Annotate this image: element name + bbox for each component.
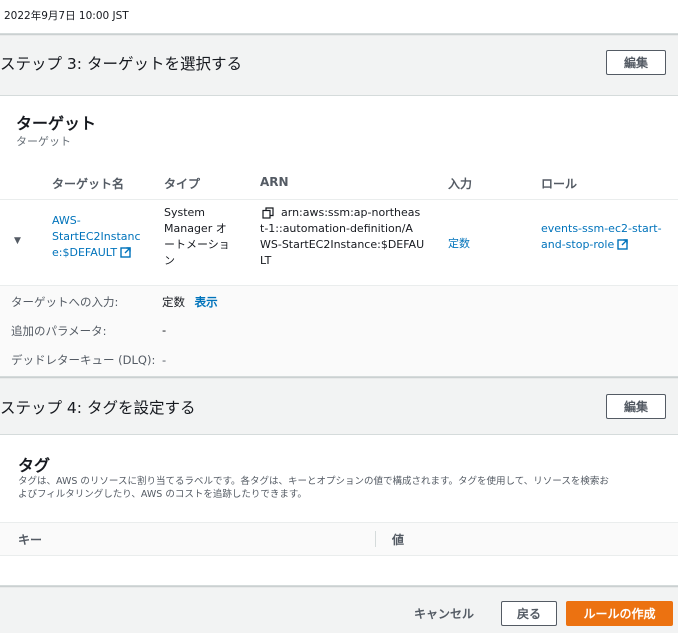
step4-title: ステップ 4: タグを設定する <box>0 399 196 417</box>
target-type: System Manager オ ートメーショ ン <box>164 206 230 267</box>
tags-description: タグは、AWS のリソースに割り当てるラベルです。各タグは、キーとオプションの値… <box>18 476 609 500</box>
table-row: ▼ AWS- StartEC2Instanc e:$DEFAULT System… <box>0 200 678 284</box>
target-details: ターゲットへの入力: 定数 表示 追加のパラメータ: - デッドレターキュー (… <box>0 285 678 376</box>
target-input-link[interactable]: 定数 <box>448 236 470 252</box>
input-value: 定数 表示 <box>162 295 218 309</box>
dlq-label: デッドレターキュー (DLQ): - <box>11 353 167 367</box>
targets-section-title: ターゲット <box>16 114 97 133</box>
params-label: 追加のパラメータ: <box>11 324 107 338</box>
col-value: 値 <box>392 533 405 547</box>
step4-edit-button[interactable]: 編集 <box>606 394 666 419</box>
cancel-button[interactable]: キャンセル <box>404 601 484 626</box>
input-label: ターゲットへの入力: <box>11 295 119 309</box>
tags-section-title: タグ <box>18 456 51 475</box>
show-input-link[interactable]: 表示 <box>195 295 218 309</box>
external-link-icon <box>617 239 628 250</box>
col-role: ロール <box>541 177 578 191</box>
schedule-card: 2022年9月7日 10:00 JST <box>0 0 678 34</box>
col-key: キー <box>18 533 43 547</box>
col-arn: ARN <box>260 175 289 189</box>
step3-edit-button[interactable]: 編集 <box>606 50 666 75</box>
schedule-timestamp: 2022年9月7日 10:00 JST <box>4 10 129 22</box>
target-name-link[interactable]: AWS- StartEC2Instanc e:$DEFAULT <box>52 213 152 261</box>
tags-table-header: キー 値 <box>0 522 678 556</box>
step3-title: ステップ 3: ターゲットを選択する <box>0 55 242 73</box>
tags-card: タグ タグは、AWS のリソースに割り当てるラベルです。各タグは、キーとオプショ… <box>0 434 678 586</box>
target-arn: arn:aws:ssm:ap-northeas t-1::automation-… <box>260 206 425 267</box>
target-role-link[interactable]: events-ssm-ec2-start- and-stop-role <box>541 221 671 253</box>
expand-row-icon[interactable]: ▼ <box>14 236 21 246</box>
back-button[interactable]: 戻る <box>501 601 557 626</box>
targets-card: ターゲット ターゲット ターゲット名 タイプ ARN 入力 ロール ▼ AWS-… <box>0 95 678 377</box>
col-type: タイプ <box>164 177 201 191</box>
targets-section-subtitle: ターゲット <box>16 135 71 148</box>
col-input: 入力 <box>448 177 473 191</box>
column-divider <box>375 531 376 547</box>
create-rule-button[interactable]: ルールの作成 <box>566 601 673 626</box>
col-target-name: ターゲット名 <box>52 177 125 191</box>
params-value: - <box>162 323 167 337</box>
external-link-icon <box>120 247 131 258</box>
